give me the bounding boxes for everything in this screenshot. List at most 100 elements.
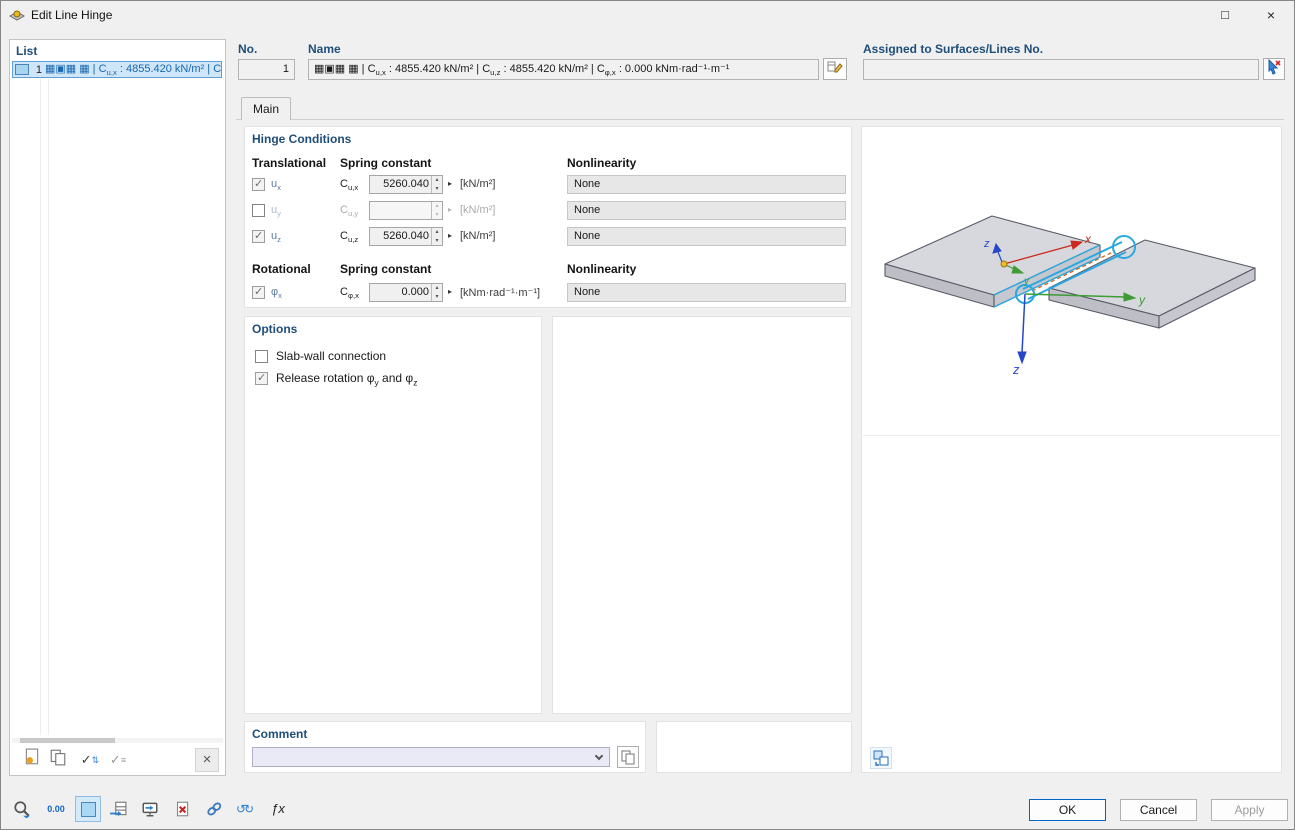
spin-up-icon[interactable]: ▴ (432, 228, 442, 237)
slab-wall-connection-checkbox[interactable] (255, 350, 268, 363)
cux-label: Cu,x (340, 178, 359, 193)
cuz-detail-arrow-icon[interactable]: ▸ (448, 231, 452, 240)
delete-hinge-button[interactable]: × (195, 748, 219, 772)
hinge-list[interactable]: 1 ▦▣▦ ▦ | Cu,x : 4855.420 kN/m² | C (11, 60, 224, 735)
cphix-detail-arrow-icon[interactable]: ▸ (448, 287, 452, 296)
edit-name-button[interactable] (823, 58, 847, 80)
name-label: Name (308, 42, 341, 56)
refresh-arrows-icon: ↺↻ (235, 802, 254, 816)
uz-row: uz Cu,z 5260.040 ▴▾ ▸ [kN/m²] None (245, 227, 851, 247)
dropdown-arrow-icon[interactable] (594, 751, 604, 761)
assigned-label: Assigned to Surfaces/Lines No. (863, 42, 1044, 56)
release-rotation-checkbox[interactable] (255, 371, 268, 385)
apply-button[interactable]: Apply (1211, 799, 1288, 821)
new-hinge-button[interactable] (20, 748, 44, 772)
small-y-axis-label: y (1023, 276, 1030, 287)
rotational-header: Rotational (252, 262, 311, 276)
hinge-color-button[interactable] (75, 796, 101, 822)
origin-node (1000, 260, 1008, 268)
ux-checkbox[interactable] (252, 177, 265, 191)
ux-label: ux (271, 178, 281, 193)
cuy-unit: [kN/m²] (460, 204, 496, 216)
comment-title: Comment (252, 727, 308, 741)
uz-nonlinearity-field[interactable]: None (567, 227, 846, 246)
edit-in-table-button[interactable] (105, 796, 131, 822)
check-selected-button[interactable]: ✓≡ (106, 748, 130, 772)
translational-header: Translational (252, 156, 327, 170)
exchange-button[interactable]: ↺↻ (231, 796, 257, 822)
spin-down-icon[interactable]: ▾ (432, 237, 442, 246)
cux-spring-constant-input[interactable]: 5260.040 ▴ ▾ (369, 175, 443, 194)
copy-icon (50, 749, 66, 766)
phix-nonlinearity-field[interactable]: None (567, 283, 846, 302)
spin-up-icon[interactable]: ▴ (432, 176, 442, 185)
z-axis-arrow (1017, 293, 1027, 365)
ux-row: ux Cu,x 5260.040 ▴▾ ▸ [kN/m²] None (245, 175, 851, 195)
phix-label: φx (271, 286, 282, 301)
close-button[interactable]: × (1248, 1, 1294, 29)
spin-up-icon[interactable]: ▴ (432, 284, 442, 293)
pick-lines-button[interactable] (1263, 58, 1285, 80)
delete-button[interactable] (169, 796, 195, 822)
hinge-conditions-title: Hinge Conditions (252, 132, 352, 146)
cphix-unit: [kNm·rad⁻¹·m⁻¹] (460, 287, 541, 299)
slab-wall-row: Slab-wall connection (245, 347, 541, 367)
copy-hinge-button[interactable] (46, 748, 70, 772)
scrollbar-thumb[interactable] (20, 738, 115, 743)
ok-button[interactable]: OK (1029, 799, 1106, 821)
ux-nonlinearity-field[interactable]: None (567, 175, 846, 194)
update-view-button[interactable] (870, 747, 892, 769)
tab-main[interactable]: Main (241, 97, 291, 120)
list-header: List (16, 44, 38, 58)
slab-wall-connection-label: Slab-wall connection (276, 349, 387, 363)
cux-unit: [kN/m²] (460, 178, 496, 190)
uz-checkbox[interactable] (252, 229, 265, 243)
formula-button[interactable]: ƒx (265, 796, 291, 822)
find-in-graphic-button[interactable] (9, 796, 35, 822)
uy-nonlinearity-field[interactable]: None (567, 201, 846, 220)
hinge-color-swatch-icon (15, 64, 29, 75)
link-button[interactable] (201, 796, 227, 822)
spin-down-icon[interactable]: ▾ (432, 185, 442, 194)
update-view-icon (873, 750, 889, 766)
cuz-unit: [kN/m²] (460, 230, 496, 242)
phix-checkbox[interactable] (252, 285, 265, 299)
cuz-spring-constant-input[interactable]: 5260.040 ▴ ▾ (369, 227, 443, 246)
x-axis-label: x (1084, 232, 1092, 246)
delete-sheet-icon (176, 801, 189, 817)
spinner-control[interactable]: ▴ ▾ (431, 284, 442, 301)
uy-row: uy Cu,y ▴ ▾ ▸ [kN/m²] None (245, 201, 851, 221)
delete-x-icon: × (202, 751, 212, 768)
spinner-control: ▴ ▾ (431, 202, 442, 219)
list-lines-icon: ≡ (120, 755, 127, 765)
edit-line-hinge-dialog: Edit Line Hinge □ × List 1 ▦▣▦ ▦ | Cu,x … (0, 0, 1295, 830)
cphix-spring-constant-input[interactable]: 0.000 ▴ ▾ (369, 283, 443, 302)
cuy-detail-arrow-icon: ▸ (448, 205, 453, 214)
monitor-icon (142, 802, 158, 817)
assigned-field[interactable] (863, 59, 1259, 80)
decimal-places-button[interactable]: 0.00 (43, 796, 69, 822)
titlebar[interactable]: Edit Line Hinge □ × (1, 1, 1294, 29)
magnifier-icon (14, 801, 30, 819)
uy-checkbox[interactable] (252, 204, 265, 217)
spinner-control[interactable]: ▴ ▾ (431, 176, 442, 193)
list-horizontal-scrollbar[interactable] (12, 738, 223, 743)
maximize-button[interactable]: □ (1202, 1, 1248, 29)
no-field: 1 (238, 59, 295, 80)
list-panel: List 1 ▦▣▦ ▦ | Cu,x : 4855.420 kN/m² | C (9, 39, 226, 776)
copy-comment-button[interactable] (617, 746, 639, 768)
cux-detail-arrow-icon[interactable]: ▸ (448, 179, 452, 188)
list-item[interactable]: 1 ▦▣▦ ▦ | Cu,x : 4855.420 kN/m² | C (12, 61, 222, 78)
formula-icon: ƒx (271, 801, 285, 816)
spin-down-icon[interactable]: ▾ (432, 293, 442, 302)
list-column-divider (40, 79, 41, 735)
nonlinearity-header: Nonlinearity (567, 156, 637, 170)
nonlinearity-header-2: Nonlinearity (567, 262, 637, 276)
cphix-label: Cφ,x (340, 286, 359, 301)
spinner-control[interactable]: ▴ ▾ (431, 228, 442, 245)
check-all-button[interactable]: ✓⇅ (78, 748, 102, 772)
comment-combobox[interactable] (252, 747, 610, 767)
show-on-screen-button[interactable] (137, 796, 163, 822)
name-field[interactable]: ▦▣▦ ▦ | Cu,x : 4855.420 kN/m² | Cu,z : 4… (308, 59, 819, 80)
cancel-button[interactable]: Cancel (1120, 799, 1197, 821)
